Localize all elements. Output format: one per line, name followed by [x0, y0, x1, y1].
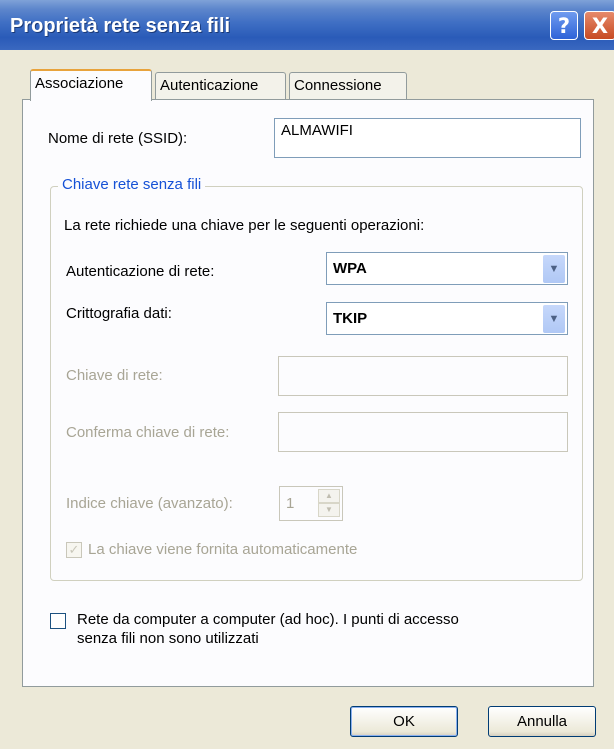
ssid-label: Nome di rete (SSID):: [48, 130, 188, 147]
network-auth-value: WPA: [333, 260, 367, 277]
network-auth-label: Autenticazione di rete:: [66, 263, 215, 280]
tab-associazione-label: Associazione: [35, 75, 124, 92]
chevron-down-icon[interactable]: ▼: [543, 305, 565, 333]
tab-autenticazione-label: Autenticazione: [160, 77, 259, 94]
spinner-up-icon[interactable]: ▲: [318, 489, 340, 503]
confirm-key-input[interactable]: [278, 412, 568, 452]
adhoc-label-line1: Rete da computer a computer (ad hoc). I …: [77, 611, 459, 628]
auto-key-label: La chiave viene fornita automaticamente: [88, 541, 358, 558]
data-encryption-value: TKIP: [333, 310, 368, 327]
spinner-down-icon[interactable]: ▼: [318, 503, 340, 517]
confirm-key-label: Conferma chiave di rete:: [66, 424, 230, 441]
tab-autenticazione[interactable]: Autenticazione: [155, 72, 286, 100]
adhoc-label-line2: senza fili non sono utilizzati: [77, 630, 259, 647]
tab-connessione-label: Connessione: [294, 77, 382, 94]
key-index-spinner[interactable]: 1 ▲ ▼: [279, 486, 343, 521]
key-requirement-text: La rete richiede una chiave per le segue…: [64, 217, 425, 234]
key-index-label: Indice chiave (avanzato):: [66, 495, 233, 512]
window-title: Proprietà rete senza fili: [10, 15, 231, 37]
auto-key-checkbox[interactable]: ✓: [66, 542, 82, 558]
ssid-value: ALMAWIFI: [281, 122, 353, 139]
chevron-down-icon[interactable]: ▼: [543, 255, 565, 283]
spinner-buttons: ▲ ▼: [318, 489, 340, 518]
key-index-value: 1: [286, 495, 295, 512]
question-mark-icon[interactable]: ?: [550, 11, 578, 40]
wireless-properties-dialog: Proprietà rete senza fili ? X Associazio…: [0, 0, 614, 749]
network-key-label: Chiave di rete:: [66, 367, 163, 384]
ssid-input[interactable]: ALMAWIFI: [274, 118, 581, 158]
adhoc-checkbox[interactable]: [50, 613, 66, 629]
cancel-button[interactable]: Annulla: [488, 706, 596, 737]
network-auth-select[interactable]: WPA ▼: [326, 252, 568, 285]
wireless-key-group-title: Chiave rete senza fili: [58, 176, 206, 193]
network-key-input[interactable]: [278, 356, 568, 396]
tab-connessione[interactable]: Connessione: [289, 72, 407, 100]
ok-button[interactable]: OK: [350, 706, 458, 737]
tab-associazione[interactable]: Associazione: [30, 69, 152, 101]
data-encryption-label: Crittografia dati:: [66, 305, 172, 322]
data-encryption-select[interactable]: TKIP ▼: [326, 302, 568, 335]
close-icon[interactable]: X: [584, 11, 614, 40]
title-bar[interactable]: Proprietà rete senza fili ? X: [0, 0, 614, 50]
